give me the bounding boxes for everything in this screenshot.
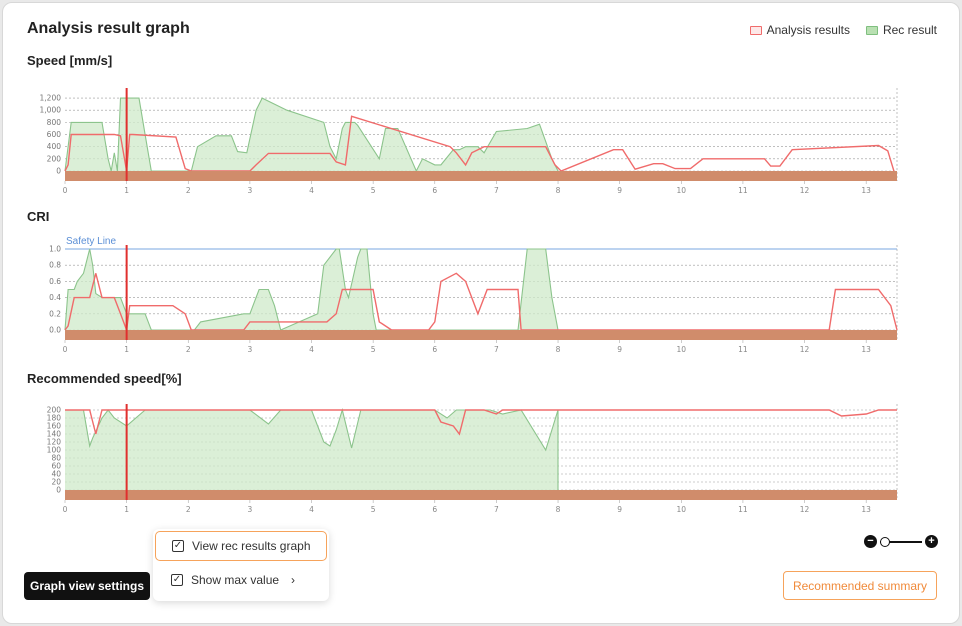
x-tick-label: 12 — [800, 186, 810, 195]
x-tick-label: 8 — [556, 186, 561, 195]
zoom-in-icon[interactable]: + — [925, 535, 938, 548]
x-tick-label: 3 — [247, 505, 252, 514]
x-tick-label: 2 — [186, 345, 191, 354]
x-tick-label: 6 — [432, 505, 437, 514]
y-tick-label: 1,200 — [40, 94, 62, 103]
recommended-summary-button[interactable]: Recommended summary — [783, 571, 937, 600]
x-tick-label: 10 — [677, 345, 687, 354]
y-tick-label: 800 — [47, 118, 62, 127]
x-tick-label: 8 — [556, 345, 561, 354]
x-tick-label: 2 — [186, 505, 191, 514]
y-tick-label: 160 — [47, 422, 62, 431]
checkbox-checked-icon[interactable]: ✓ — [171, 574, 183, 586]
x-tick-label: 4 — [309, 345, 314, 354]
x-tick-label: 7 — [494, 345, 499, 354]
y-tick-label: 400 — [47, 142, 62, 151]
x-tick-label: 13 — [861, 186, 871, 195]
y-tick-label: 200 — [47, 406, 62, 415]
x-tick-label: 6 — [432, 186, 437, 195]
x-tick-label: 0 — [63, 345, 68, 354]
ground-band — [65, 490, 897, 500]
checkbox-checked-icon[interactable]: ✓ — [172, 540, 184, 552]
x-tick-label: 8 — [556, 505, 561, 514]
safety-line-label: Safety Line — [66, 236, 116, 247]
y-tick-label: 0.6 — [49, 277, 61, 286]
y-tick-label: 0 — [56, 486, 61, 495]
x-tick-label: 11 — [738, 505, 748, 514]
x-tick-label: 13 — [861, 505, 871, 514]
y-tick-label: 0.8 — [49, 261, 61, 270]
x-tick-label: 3 — [247, 186, 252, 195]
rec-result-area — [65, 249, 558, 330]
y-tick-label: 60 — [51, 462, 61, 471]
x-tick-label: 5 — [371, 186, 376, 195]
y-tick-label: 0.2 — [49, 309, 61, 318]
view-rec-results-label: View rec results graph — [192, 539, 311, 553]
x-tick-label: 9 — [617, 345, 622, 354]
y-tick-label: 600 — [47, 130, 62, 139]
y-tick-label: 120 — [47, 438, 62, 447]
y-tick-label: 0.4 — [49, 293, 61, 302]
y-tick-label: 1,000 — [40, 106, 62, 115]
x-tick-label: 10 — [677, 505, 687, 514]
x-tick-label: 12 — [800, 345, 810, 354]
x-tick-label: 6 — [432, 345, 437, 354]
y-tick-label: 100 — [47, 446, 62, 455]
x-tick-label: 12 — [800, 505, 810, 514]
zoom-control: − + — [864, 535, 938, 549]
y-tick-label: 1.0 — [49, 245, 61, 254]
x-tick-label: 7 — [494, 186, 499, 195]
graph-settings-popup: ✓ View rec results graph ✓ Show max valu… — [153, 529, 329, 601]
show-max-value-label: Show max value — [191, 573, 280, 587]
y-tick-label: 20 — [51, 478, 61, 487]
graph-view-settings-button[interactable]: Graph view settings — [24, 572, 150, 600]
x-tick-label: 5 — [371, 505, 376, 514]
x-tick-label: 2 — [186, 186, 191, 195]
y-tick-label: 140 — [47, 430, 62, 439]
x-tick-label: 10 — [677, 186, 687, 195]
analysis-results-line — [64, 272, 898, 331]
x-tick-label: 4 — [309, 505, 314, 514]
x-tick-label: 9 — [617, 186, 622, 195]
y-tick-label: 0.0 — [49, 326, 61, 335]
y-tick-label: 80 — [51, 454, 61, 463]
x-tick-label: 13 — [861, 345, 871, 354]
y-tick-label: 0 — [56, 167, 61, 176]
rec-result-area — [65, 410, 558, 490]
x-tick-label: 1 — [124, 505, 129, 514]
x-tick-label: 11 — [738, 186, 748, 195]
ground-band — [65, 171, 897, 181]
x-tick-label: 1 — [124, 186, 129, 195]
y-tick-label: 200 — [47, 154, 62, 163]
x-tick-label: 3 — [247, 345, 252, 354]
x-tick-label: 4 — [309, 186, 314, 195]
x-tick-label: 1 — [124, 345, 129, 354]
chevron-right-icon: › — [291, 573, 296, 587]
x-tick-label: 0 — [63, 186, 68, 195]
ground-band — [65, 330, 897, 340]
zoom-slider-handle[interactable] — [880, 537, 890, 547]
x-tick-label: 5 — [371, 345, 376, 354]
x-tick-label: 7 — [494, 505, 499, 514]
x-tick-label: 9 — [617, 505, 622, 514]
y-tick-label: 40 — [51, 470, 61, 479]
y-tick-label: 180 — [47, 414, 62, 423]
x-tick-label: 11 — [738, 345, 748, 354]
x-tick-label: 0 — [63, 505, 68, 514]
zoom-out-icon[interactable]: − — [864, 535, 877, 548]
charts-canvas: 02004006008001,0001,2000 1 2 3 4 5 6 7 8 9 10 11 12 1… — [40, 88, 898, 514]
view-rec-results-option[interactable]: ✓ View rec results graph — [155, 531, 327, 561]
show-max-value-option[interactable]: ✓ Show max value › — [155, 565, 327, 595]
